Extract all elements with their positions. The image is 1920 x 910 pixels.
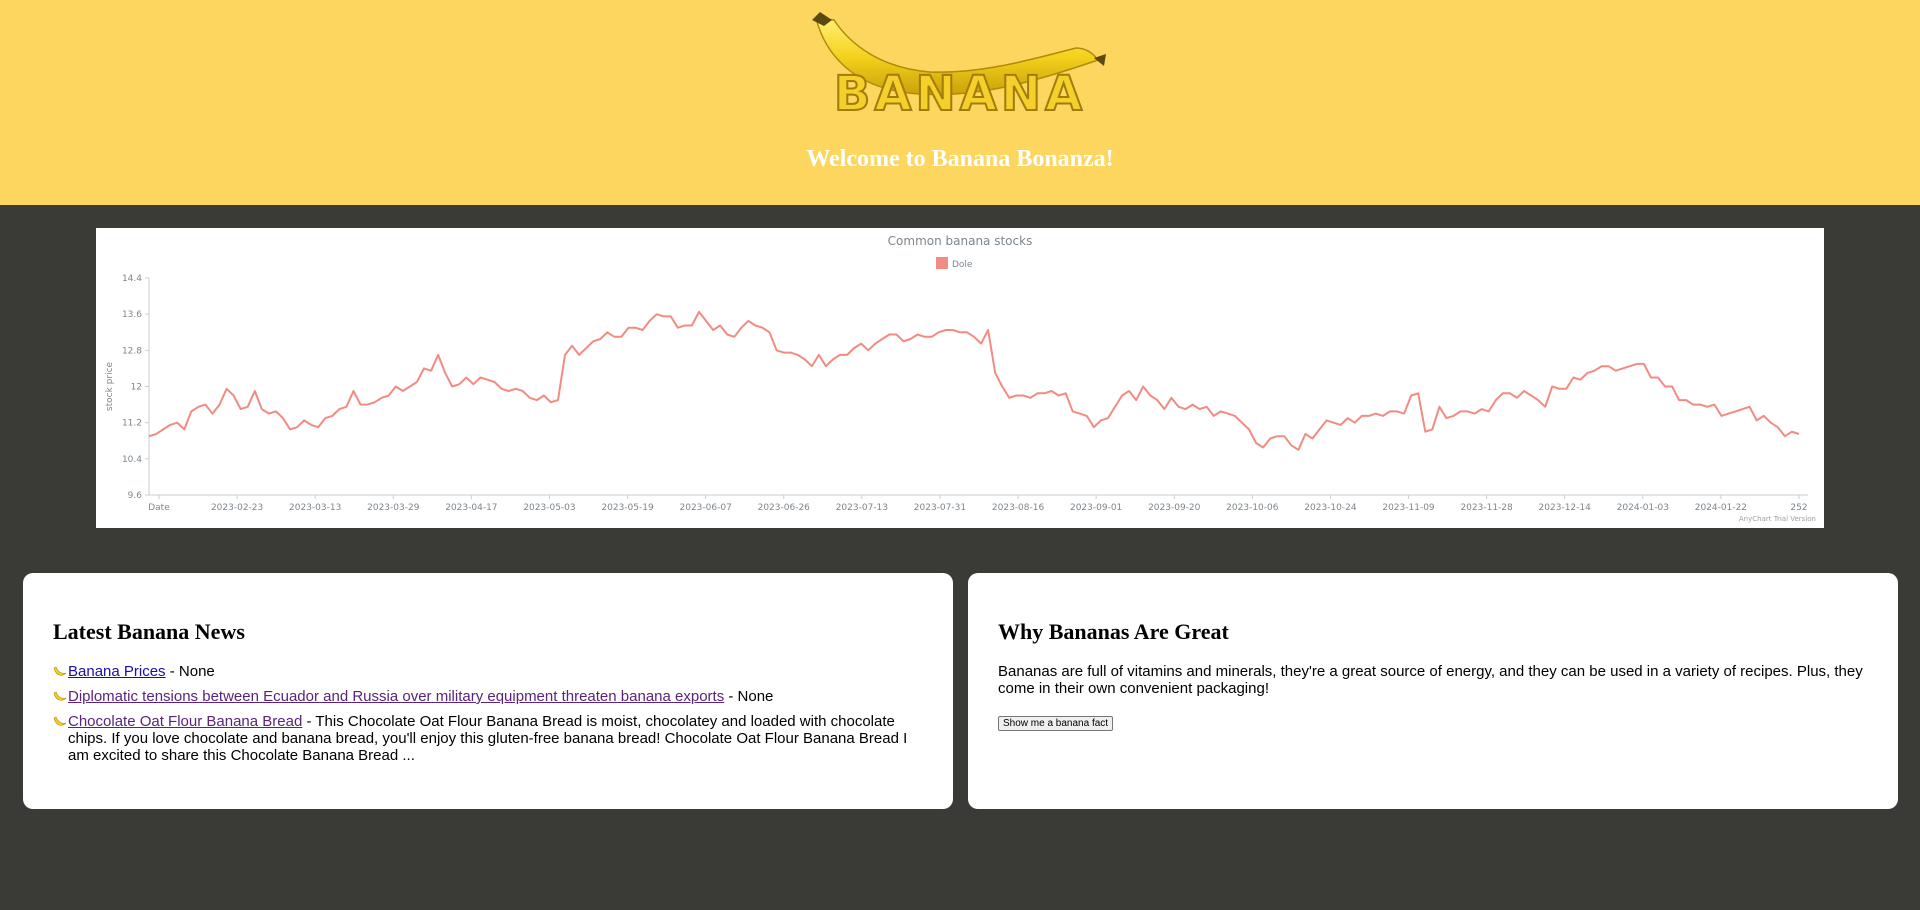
news-snippet: - None [724,688,774,705]
why-text: Bananas are full of vitamins and mineral… [998,663,1863,697]
news-snippet: - None [165,663,215,680]
news-title: Latest Banana News [53,619,245,644]
news-item: Chocolate Oat Flour Banana Bread - This … [53,713,923,764]
stock-chart: Common banana stocks Dole stock price 9.6 10… [96,228,1824,528]
y-tick-label: 14.4 [122,274,142,284]
x-tick-label: 2023-09-01 [1070,503,1122,513]
series-line-dole [148,310,1800,451]
x-tick-label: 2023-02-23 [211,503,263,513]
news-link-banana-prices[interactable]: Banana Prices [68,663,166,680]
news-card: Latest Banana News Banana Prices - None … [23,573,953,809]
x-tick-label: 2023-03-13 [289,503,341,513]
x-tick-label: 2023-05-19 [601,503,654,513]
welcome-heading: Welcome to Banana Bonanza! [806,146,1114,172]
why-title: Why Bananas Are Great [998,619,1229,644]
y-tick-label: 10.4 [122,455,142,465]
x-tick-label: 2023-12-14 [1539,503,1592,513]
banana-bullet-icon [53,716,67,726]
x-tick-label: 2023-03-29 [367,503,420,513]
banana-fact-button[interactable]: Show me a banana fact [998,716,1114,731]
x-tick-label: 2023-08-16 [992,503,1045,513]
x-tick-label: 2023-10-24 [1304,503,1357,513]
logo-text: BANANA [834,66,1086,122]
news-link-diplomatic-tensions[interactable]: Diplomatic tensions between Ecuador and … [68,688,724,705]
news-list: Banana Prices - None Diplomatic tensions… [53,663,923,764]
x-tick-label: 2024-01-22 [1695,503,1747,513]
site-header: BANANA Welcome to Banana Bonanza! [0,0,1920,205]
x-tick-label: 2023-06-26 [758,503,811,513]
x-tick-label: 2023-05-03 [523,503,575,513]
news-item: Diplomatic tensions between Ecuador and … [53,688,923,705]
x-tick-label: 2023-10-06 [1226,503,1279,513]
legend-label-dole: Dole [952,260,973,270]
y-tick-label: 9.6 [128,491,143,501]
banana-bullet-icon [53,666,67,676]
y-tick-label: 11.2 [122,419,142,429]
x-tick-label: 2023-11-09 [1382,503,1435,513]
y-axis-label: stock price [105,361,115,411]
x-tick-label: 2024-01-03 [1617,503,1669,513]
banana-logo: BANANA [812,12,1106,123]
x-tick-label: Date [148,503,170,513]
y-tick-label: 12.8 [122,346,142,356]
x-tick-label: 2023-04-17 [445,503,497,513]
x-tick-label: 2023-11-28 [1460,503,1513,513]
x-tick-label: 252 [1790,503,1807,513]
news-link-banana-bread[interactable]: Chocolate Oat Flour Banana Bread [68,713,302,730]
banana-bullet-icon [53,691,67,701]
x-tick-label: 2023-06-07 [680,503,732,513]
stock-chart-svg: Common banana stocks Dole stock price 9.6 10… [105,234,1816,523]
x-tick-label: 2023-07-13 [836,503,888,513]
legend-swatch-dole [936,257,948,269]
x-tick-label: 2023-09-20 [1148,503,1201,513]
chart-watermark: AnyChart Trial Version [1739,515,1816,523]
why-card: Why Bananas Are Great Bananas are full o… [968,573,1898,809]
y-tick-label: 12 [131,383,142,393]
chart-title: Common banana stocks [888,234,1033,248]
x-tick-label: 2023-07-31 [914,503,966,513]
y-tick-label: 13.6 [122,310,142,320]
news-item: Banana Prices - None [53,663,923,680]
